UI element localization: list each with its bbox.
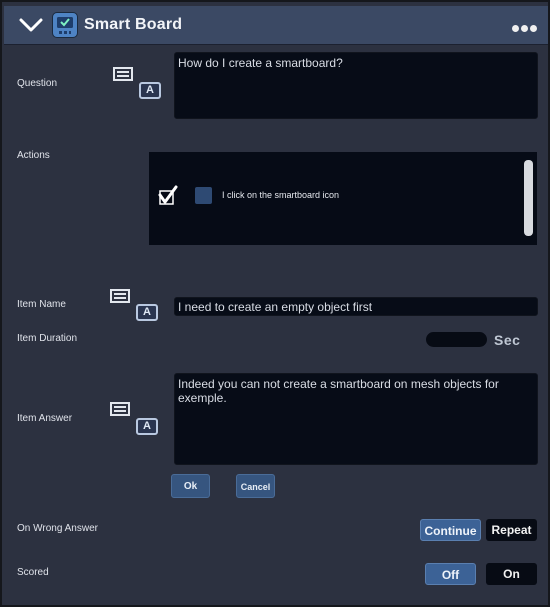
ok-button[interactable]: Ok xyxy=(171,474,210,498)
item-duration-label: Item Duration xyxy=(17,333,78,344)
action-checkbox[interactable] xyxy=(195,187,212,204)
smartboard-panel: Smart Board Question A How do I create a… xyxy=(0,0,550,607)
item-duration-input[interactable] xyxy=(426,332,487,347)
item-name-input[interactable]: I need to create an empty object first xyxy=(174,297,538,316)
action-item-text: I click on the smartboard icon xyxy=(222,190,340,200)
panel-title: Smart Board xyxy=(84,16,183,33)
scored-label: Scored xyxy=(17,567,49,578)
question-input[interactable]: How do I create a smartboard? xyxy=(174,52,538,119)
text-format-icon[interactable]: A xyxy=(136,418,158,435)
duration-unit: Sec xyxy=(494,332,521,348)
continue-option[interactable]: Continue xyxy=(420,519,481,541)
cancel-button[interactable]: Cancel xyxy=(236,474,275,498)
actions-scrollbar[interactable] xyxy=(524,160,533,236)
scored-on-option[interactable]: On xyxy=(486,563,537,585)
chevron-down-icon[interactable] xyxy=(18,16,44,34)
on-wrong-answer-label: On Wrong Answer xyxy=(17,523,98,534)
item-answer-input[interactable]: Indeed you can not create a smartboard o… xyxy=(174,373,538,465)
smartboard-app-icon xyxy=(52,12,78,38)
question-label: Question xyxy=(17,78,58,89)
checkmark-icon[interactable] xyxy=(158,185,178,205)
notes-icon[interactable] xyxy=(110,289,130,303)
actions-list: I click on the smartboard icon xyxy=(149,152,537,245)
text-format-icon[interactable]: A xyxy=(136,304,158,321)
item-name-label: Item Name xyxy=(17,299,66,310)
scored-off-option[interactable]: Off xyxy=(425,563,476,585)
notes-icon[interactable] xyxy=(110,402,130,416)
panel-header: Smart Board xyxy=(4,6,548,45)
item-answer-label: Item Answer xyxy=(17,413,73,424)
notes-icon[interactable] xyxy=(113,67,133,81)
more-options-icon[interactable] xyxy=(510,19,538,32)
text-format-icon[interactable]: A xyxy=(139,82,161,99)
actions-label: Actions xyxy=(17,150,50,161)
repeat-option[interactable]: Repeat xyxy=(486,519,537,541)
